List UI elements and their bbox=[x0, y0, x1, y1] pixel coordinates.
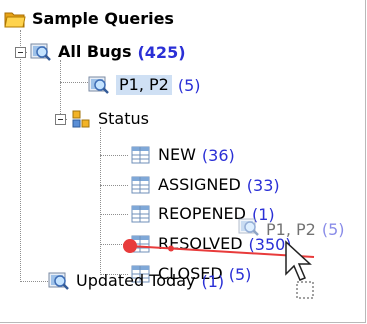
drop-box-icon bbox=[296, 281, 314, 299]
node-count: (425) bbox=[137, 42, 186, 62]
tree-node-all-bugs[interactable]: All Bugs (425) bbox=[30, 41, 186, 63]
drag-count: (5) bbox=[321, 219, 345, 239]
tree-panel: Sample Queries All Bugs (425) P1, P2 (5) bbox=[0, 0, 366, 323]
folder-icon bbox=[4, 8, 26, 30]
group-icon bbox=[70, 108, 92, 130]
tree-line bbox=[60, 82, 88, 83]
node-count: (36) bbox=[201, 145, 235, 165]
node-count: (1) bbox=[201, 271, 225, 291]
drag-ghost: P1, P2 (5) bbox=[238, 216, 345, 242]
tree-line bbox=[100, 185, 128, 186]
node-count: (5) bbox=[228, 264, 252, 284]
tree-line bbox=[100, 127, 101, 275]
tree-node-sample-queries[interactable]: Sample Queries bbox=[4, 8, 174, 30]
query-icon bbox=[88, 74, 110, 96]
collapse-toggle-all-bugs[interactable] bbox=[15, 47, 26, 58]
grid-icon bbox=[130, 144, 152, 166]
tree-node-status-new[interactable]: NEW (36) bbox=[130, 144, 235, 166]
drag-label: P1, P2 bbox=[266, 219, 316, 239]
tree-line bbox=[100, 155, 128, 156]
node-count: (5) bbox=[177, 75, 201, 95]
tree-node-status-assigned[interactable]: ASSIGNED (33) bbox=[130, 174, 280, 196]
query-icon bbox=[48, 270, 70, 292]
drop-indicator-dot bbox=[168, 245, 174, 252]
node-label: REOPENED bbox=[158, 204, 246, 223]
arrow-cursor-icon bbox=[285, 240, 312, 281]
collapse-toggle-status[interactable] bbox=[55, 114, 66, 125]
drop-indicator-dot bbox=[123, 239, 137, 253]
grid-icon bbox=[130, 203, 152, 225]
query-icon bbox=[238, 216, 260, 242]
tree-line bbox=[20, 30, 21, 282]
tree-line bbox=[100, 214, 128, 215]
tree-line bbox=[20, 281, 48, 282]
drag-cursor-icon bbox=[285, 240, 314, 299]
node-count: (33) bbox=[246, 175, 280, 195]
node-label: Status bbox=[98, 109, 149, 128]
node-label: All Bugs bbox=[58, 42, 132, 61]
node-label: P1, P2 bbox=[116, 75, 172, 95]
tree-node-updated-today[interactable]: Updated Today (1) bbox=[48, 270, 224, 292]
grid-icon bbox=[130, 174, 152, 196]
node-label: NEW bbox=[158, 145, 196, 164]
tree-line bbox=[60, 60, 61, 120]
tree-node-p1-p2[interactable]: P1, P2 (5) bbox=[88, 74, 201, 96]
node-label: Sample Queries bbox=[32, 9, 174, 28]
node-label: Updated Today bbox=[76, 271, 196, 290]
node-label: ASSIGNED bbox=[158, 175, 241, 194]
tree-node-status[interactable]: Status bbox=[70, 108, 149, 130]
query-icon bbox=[30, 41, 52, 63]
